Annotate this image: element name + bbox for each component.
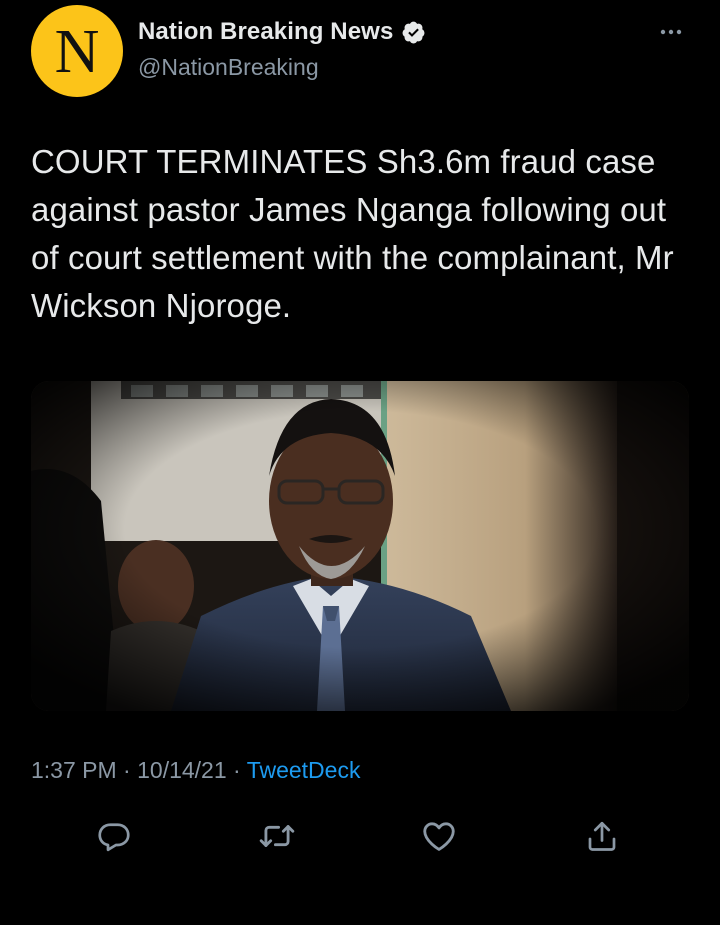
- retweet-button[interactable]: [257, 816, 297, 856]
- tweet-text: COURT TERMINATES Sh3.6m fraud case again…: [31, 143, 674, 324]
- tweet-date: 10/14/21: [137, 757, 227, 783]
- tweet-photo[interactable]: [31, 381, 689, 711]
- tweet-time: 1:37 PM: [31, 757, 117, 783]
- reply-icon: [98, 823, 130, 852]
- verified-badge-icon: [402, 21, 425, 43]
- author-name-row: Nation Breaking News: [138, 18, 426, 46]
- share-button[interactable]: [582, 816, 622, 856]
- avatar[interactable]: N: [31, 5, 123, 97]
- tweet-source-link[interactable]: TweetDeck: [247, 757, 361, 783]
- author-handle[interactable]: @NationBreaking: [138, 54, 319, 81]
- tweet-meta: 1:37 PM · 10/14/21 · TweetDeck: [31, 757, 360, 784]
- reply-button[interactable]: [94, 816, 134, 856]
- meta-separator: ·: [233, 757, 241, 783]
- more-options-icon[interactable]: [656, 22, 686, 42]
- avatar-letter: N: [54, 18, 100, 86]
- retweet-icon: [259, 825, 295, 847]
- photo-illustration: [31, 381, 689, 711]
- share-icon: [588, 821, 616, 851]
- like-button[interactable]: [419, 816, 459, 856]
- meta-separator: ·: [123, 757, 131, 783]
- display-name[interactable]: Nation Breaking News: [138, 18, 393, 46]
- heart-icon: [423, 822, 455, 851]
- action-bar: [0, 816, 720, 856]
